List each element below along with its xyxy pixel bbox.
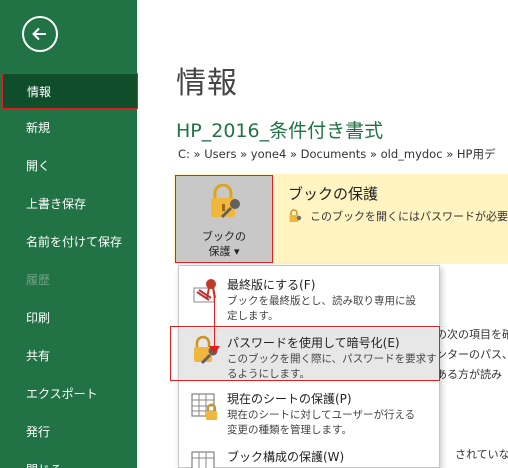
menu-item-protect-structure[interactable]: ブック構成の保護(W) — [179, 442, 439, 468]
menu-item-mark-as-final[interactable]: 最終版にする(F) ブックを最終版とし、読み取り専用に設 定します。 — [179, 270, 439, 326]
mark-as-final-desc-line2: 定します。 — [227, 310, 279, 322]
annotation-arrowhead-icon — [209, 346, 220, 354]
protect-structure-title: ブック構成の保護(W) — [227, 450, 345, 464]
info-text-fragment-4: されていない書 — [455, 448, 508, 461]
sidebar-item-export[interactable]: エクスポート — [0, 376, 137, 412]
sidebar-item-info[interactable]: 情報 — [2, 73, 138, 109]
sidebar-item-save[interactable]: 上書き保存 — [0, 186, 137, 222]
back-button[interactable] — [22, 16, 58, 52]
sidebar-item-history: 履歴 — [26, 273, 51, 287]
backstage-sidebar: 情報 新規 開く 上書き保存 名前を付けて保存 履歴 印刷 共有 エクスポート … — [0, 0, 138, 468]
sidebar-item-open[interactable]: 開く — [0, 148, 137, 184]
sidebar-item-share[interactable]: 共有 — [0, 338, 137, 374]
protect-button-label-line1: ブックの — [202, 230, 246, 243]
info-text-fragment-3: ある方が読み — [436, 368, 502, 381]
workbook-structure-icon — [191, 451, 215, 468]
page-title: 情報 — [176, 66, 238, 101]
protect-description-text: このブックを開くにはパスワードが必要です。 — [310, 210, 508, 223]
sidebar-item-print[interactable]: 印刷 — [0, 300, 137, 336]
protect-button-label-line2: 保護 ▾ — [208, 245, 240, 258]
protect-description: このブックを開くにはパスワードが必要です。 — [288, 208, 508, 224]
excel-backstage-window: { "sidebar": { "items": [ {"label": "情報"… — [0, 0, 508, 468]
protect-sheet-desc-line2: 変更の種類を管理します。 — [227, 424, 352, 436]
sidebar-item-publish[interactable]: 発行 — [0, 414, 137, 450]
file-path-breadcrumb[interactable]: C: » Users » yone4 » Documents » old_myd… — [178, 146, 495, 162]
sidebar-item-save-as[interactable]: 名前を付けて保存 — [0, 224, 137, 260]
document-name: HP_2016_条件付き書式 — [176, 120, 384, 142]
sheet-lock-icon — [191, 393, 217, 420]
small-lock-icon — [289, 209, 302, 222]
mark-as-final-desc-line1: ブックを最終版とし、読み取り専用に設 — [227, 295, 416, 307]
info-text-fragment-1: の次の項目を確 — [436, 328, 508, 341]
protect-sheet-desc: 現在のシートに対してユーザーが行える 変更の種類を管理します。 — [227, 408, 415, 438]
lock-key-icon — [211, 184, 240, 219]
menu-item-protect-sheet[interactable]: 現在のシートの保護(P) 現在のシートに対してユーザーが行える 変更の種類を管理… — [179, 384, 439, 440]
protect-sheet-title: 現在のシートの保護(P) — [227, 392, 352, 406]
protect-heading: ブックの保護 — [288, 185, 379, 203]
final-ribbon-icon — [193, 279, 216, 303]
annotation-arrow — [214, 291, 215, 351]
protect-sheet-desc-line1: 現在のシートに対してユーザーが行える — [227, 409, 416, 421]
back-arrow-icon — [32, 27, 46, 41]
sidebar-item-close[interactable]: 閉じる — [0, 452, 137, 468]
mark-as-final-title: 最終版にする(F) — [227, 278, 316, 292]
protect-workbook-button[interactable]: ブックの 保護 ▾ — [175, 175, 273, 263]
info-text-fragment-2: ンターのパス、 — [436, 348, 508, 361]
sidebar-item-new[interactable]: 新規 — [0, 110, 137, 146]
mark-as-final-desc: ブックを最終版とし、読み取り専用に設 定します。 — [227, 294, 416, 324]
